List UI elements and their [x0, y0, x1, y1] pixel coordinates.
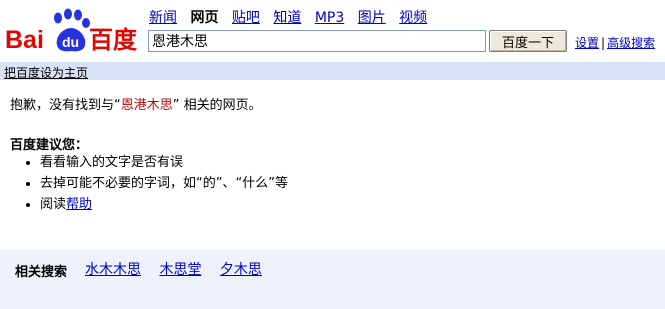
suggestions-title: 百度建议您： — [10, 138, 89, 153]
close-quote: ” — [172, 98, 180, 113]
query-text: 恩港木思 — [120, 98, 173, 113]
related-search-link[interactable]: 水木木思 — [85, 262, 141, 278]
logo-text-du: du — [62, 34, 79, 50]
nav-video[interactable]: 视频 — [399, 10, 427, 26]
top-links: 设置 | 高级搜索 — [575, 34, 655, 51]
set-homepage-link[interactable]: 把百度设为主页 — [4, 64, 88, 81]
nav-web-active: 网页 — [190, 10, 219, 26]
no-result-suffix: 相关的网页。 — [179, 98, 262, 113]
nav-images[interactable]: 图片 — [358, 10, 386, 26]
search-button[interactable]: 百度一下 — [489, 30, 567, 52]
suggestion-item: 看看输入的文字是否有误 — [40, 152, 288, 173]
no-result-message: 抱歉，没有找到与“恩港木思” 相关的网页。 — [10, 94, 262, 113]
baidu-logo[interactable]: Bai du 百度 — [5, 6, 140, 54]
logo-text-bai: Bai — [5, 26, 44, 54]
search-input[interactable] — [148, 30, 486, 52]
no-result-prefix: 抱歉，没有找到与 — [10, 98, 115, 113]
related-search-link[interactable]: 夕木思 — [220, 262, 262, 278]
header: Bai du 百度 新闻 网页 贴吧 知道 MP3 图片 视频 百度一下 设置|… — [0, 0, 665, 58]
nav-tabs: 新闻 网页 贴吧 知道 MP3 图片 视频 — [149, 7, 436, 27]
read-prefix: 阅读 — [40, 197, 67, 212]
related-search-link[interactable]: 木思堂 — [159, 262, 201, 278]
suggestion-item-help: 阅读帮助 — [40, 194, 288, 215]
open-quote: “ — [114, 98, 121, 113]
suggestion-item: 去掉可能不必要的字词，如“的”、“什么”等 — [40, 173, 288, 194]
nav-tieba[interactable]: 贴吧 — [232, 10, 260, 26]
related-searches-label: 相关搜索 — [15, 265, 68, 280]
homepage-bar: 把百度设为主页 — [0, 62, 665, 80]
related-links: 水木木思 木思堂 夕木思 — [85, 259, 276, 279]
nav-mp3[interactable]: MP3 — [315, 10, 344, 26]
suggestions-list: 看看输入的文字是否有误 去掉可能不必要的字词，如“的”、“什么”等 阅读帮助 — [10, 152, 288, 215]
nav-zhidao[interactable]: 知道 — [273, 10, 301, 26]
logo-text-brand: 百度 — [89, 26, 138, 54]
related-searches: 相关搜索 水木木思 木思堂 夕木思 — [0, 250, 665, 309]
nav-news[interactable]: 新闻 — [149, 10, 177, 26]
link-separator: | — [601, 36, 606, 50]
advanced-search-link[interactable]: 高级搜索 — [607, 36, 655, 50]
settings-link[interactable]: 设置 — [575, 36, 599, 50]
help-link[interactable]: 帮助 — [66, 197, 92, 212]
